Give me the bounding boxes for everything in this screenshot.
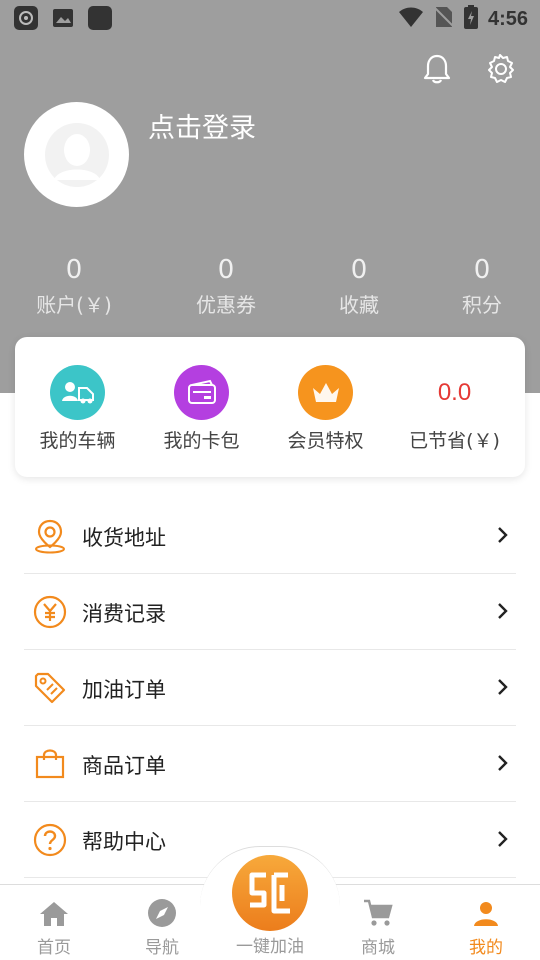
quick-actions-card: 我的车辆 我的卡包 会员特权 0.0 已节省(￥) [15,337,525,477]
hotspot-icon [14,6,38,30]
stat-label: 优惠券 [196,293,256,317]
menu-label: 商品订单 [82,754,166,778]
stat-value: 0 [350,255,368,285]
menu-label: 加油订单 [82,678,166,702]
stat-value: 0 [65,255,83,285]
stat-account[interactable]: 0 账户(￥) [14,252,134,322]
help-question-icon [30,820,70,860]
profile-header: 4:56 点击登录 0 账户(￥) 0 优惠券 0 收藏 0 积分 [0,0,540,393]
no-sim-icon [433,5,455,33]
compass-icon [108,885,216,929]
vip-privileges-button[interactable]: 会员特权 [263,365,388,453]
tab-label: 一键加油 [236,937,304,957]
tab-label: 商城 [361,938,395,958]
app-icon [88,6,112,30]
shopping-bag-icon [30,744,70,784]
vehicle-icon [50,365,105,420]
tab-mine[interactable]: 我的 [432,885,540,960]
quick-label: 我的车辆 [39,430,116,452]
stat-label: 账户(￥) [36,293,112,317]
menu-label: 收货地址 [82,526,166,550]
notification-bell-icon[interactable] [419,51,455,87]
crown-icon [298,365,353,420]
location-pin-icon [30,516,70,556]
settings-gear-icon[interactable] [482,51,518,87]
tab-home[interactable]: 首页 [0,885,108,960]
menu-label: 帮助中心 [82,830,166,854]
menu-item-product-orders[interactable]: 商品订单 [24,726,516,802]
chevron-right-icon [498,603,508,619]
menu-item-address[interactable]: 收货地址 [24,498,516,574]
savings-button[interactable]: 0.0 已节省(￥) [392,365,517,453]
savings-value: 0.0 [437,379,472,406]
user-icon [432,885,540,929]
stat-label: 积分 [462,293,502,317]
account-stats: 0 账户(￥) 0 优惠券 0 收藏 0 积分 [0,252,540,332]
my-vehicles-button[interactable]: 我的车辆 [15,365,140,453]
tag-icon [30,668,70,708]
tab-label: 我的 [469,938,503,958]
chevron-right-icon [498,755,508,771]
stat-label: 收藏 [339,293,379,317]
stat-favorites[interactable]: 0 收藏 [299,252,419,322]
wifi-icon [398,6,424,32]
avatar[interactable] [24,102,129,207]
status-bar: 4:56 [0,0,540,36]
chevron-right-icon [498,527,508,543]
one-tap-refuel-button[interactable] [232,855,308,931]
battery-icon [463,5,478,33]
home-icon [0,885,108,929]
quick-label: 已节省(￥) [409,430,500,452]
chevron-right-icon [498,679,508,695]
menu-list: 收货地址 消费记录 加油订单 商品订单 帮助中心 [24,498,516,878]
menu-item-spending[interactable]: 消费记录 [24,574,516,650]
quick-label: 我的卡包 [163,430,240,452]
yen-coin-icon [30,592,70,632]
stat-coupons[interactable]: 0 优惠券 [166,252,286,322]
menu-item-fuel-orders[interactable]: 加油订单 [24,650,516,726]
menu-label: 消费记录 [82,602,166,626]
chevron-right-icon [498,831,508,847]
tab-label: 首页 [37,938,71,958]
image-icon [52,8,74,28]
clock: 4:56 [487,7,528,30]
refuel-logo-icon [249,872,290,914]
my-wallet-button[interactable]: 我的卡包 [139,365,264,453]
stat-value: 0 [217,255,235,285]
tab-mall[interactable]: 商城 [324,885,432,960]
quick-label: 会员特权 [287,430,364,452]
stat-points[interactable]: 0 积分 [422,252,540,322]
login-link[interactable]: 点击登录 [148,106,256,145]
stat-value: 0 [473,255,491,285]
shopping-cart-icon [324,885,432,929]
tab-label: 导航 [145,938,179,958]
wallet-icon [174,365,229,420]
